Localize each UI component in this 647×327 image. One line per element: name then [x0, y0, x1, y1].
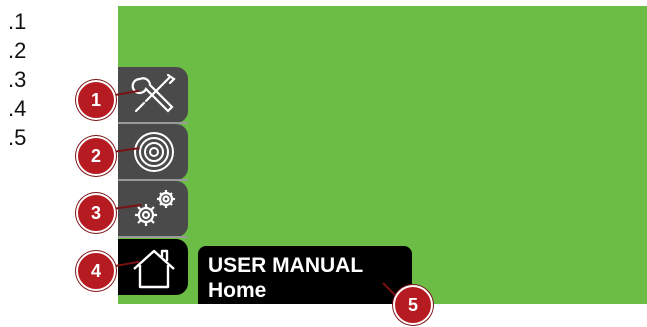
manual-title: USER MANUAL — [208, 254, 364, 277]
callout-5: 5 — [393, 285, 433, 325]
callout-3: 3 — [76, 193, 116, 233]
callout-2: 2 — [76, 136, 116, 176]
wire-spool-icon — [134, 132, 174, 172]
home-icon — [133, 249, 175, 289]
list-number-1: .1 — [8, 9, 27, 34]
list-number-5: .5 — [8, 125, 27, 150]
sidebar-divider — [118, 236, 188, 238]
gears-icon — [135, 190, 175, 226]
sidebar-item-wire-spool[interactable] — [118, 124, 188, 180]
callout-4: 4 — [76, 251, 116, 291]
manual-subtitle: Home — [208, 279, 267, 302]
sidebar-item-home[interactable] — [118, 239, 188, 295]
user-manual-panel[interactable]: USER MANUAL Home — [198, 246, 412, 304]
list-number-3: .3 — [8, 67, 27, 92]
sidebar-item-tools[interactable] — [118, 67, 188, 123]
list-number-2: .2 — [8, 38, 27, 63]
list-number-4: .4 — [8, 96, 27, 121]
callout-1: 1 — [76, 80, 116, 120]
sidebar-item-settings[interactable] — [118, 181, 188, 237]
number-list: .1 .2 .3 .4 .5 — [8, 7, 26, 152]
tools-icon — [131, 73, 176, 113]
